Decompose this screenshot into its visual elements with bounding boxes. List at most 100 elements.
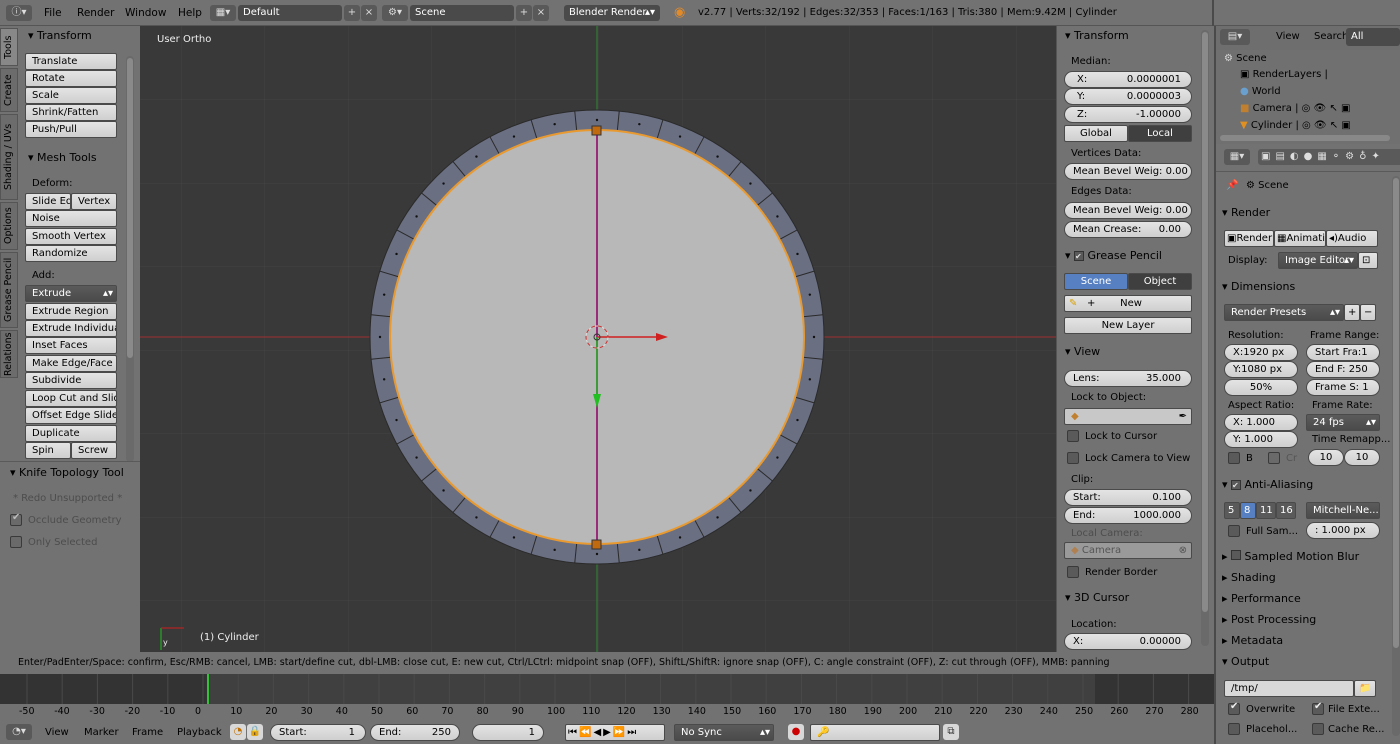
tool-shelf-scrollbar[interactable] [126, 56, 134, 462]
resolution-y-field[interactable]: Y:1080 px [1224, 361, 1298, 378]
n-transform-title[interactable]: ▾ Transform [1065, 29, 1129, 42]
props-scrollbar[interactable] [1392, 176, 1400, 736]
render-presets-select[interactable]: Render Presets ▴▾ [1224, 304, 1344, 321]
lock-object-field[interactable]: ◆ ✒ [1064, 408, 1192, 425]
local-camera-field[interactable]: ◆ Camera ⊗ [1064, 542, 1192, 559]
remap-old-field[interactable]: 10 [1308, 449, 1344, 466]
sync-select[interactable]: No Sync ▴▾ [674, 724, 774, 741]
filter-size-field[interactable]: : 1.000 px [1306, 522, 1380, 539]
output-path-field[interactable]: /tmp/ [1224, 680, 1354, 697]
performance-title[interactable]: ▸ Performance [1222, 592, 1301, 605]
shading-title[interactable]: ▸ Shading [1222, 571, 1276, 584]
properties-scrollbar[interactable] [1201, 30, 1209, 646]
viewport-canvas[interactable] [140, 26, 1056, 652]
median-z-field[interactable]: Z: -1.00000 [1064, 106, 1192, 123]
context-tabs-icon[interactable]: ▣▤◐●▦⚬⚙♁✦ [1258, 149, 1400, 165]
tab-relations[interactable]: Relations [0, 330, 18, 378]
record-icon[interactable]: ● [788, 724, 804, 740]
outliner-world[interactable]: ● World [1240, 86, 1281, 97]
metadata-title[interactable]: ▸ Metadata [1222, 634, 1283, 647]
gp-new-button[interactable]: ✎ + New [1064, 295, 1192, 312]
3d-cursor-panel-title[interactable]: ▾ 3D Cursor [1065, 591, 1129, 604]
crop-checkbox[interactable] [1268, 452, 1280, 464]
timeline-editor-icon[interactable]: ◔▾ [6, 724, 32, 740]
clip-end-field[interactable]: End: 1000.000 [1064, 507, 1192, 524]
anti-aliasing-title[interactable]: ▾ ✔ Anti-Aliasing [1222, 478, 1313, 491]
overwrite-checkbox[interactable]: ✔ [1228, 701, 1240, 715]
aspect-y-field[interactable]: Y: 1.000 [1224, 431, 1298, 448]
start-frame-timeline[interactable]: Start: 1 [270, 724, 366, 741]
lock-icon[interactable]: 🔒 [247, 724, 263, 740]
push-pull-button[interactable]: Push/Pull [25, 121, 117, 138]
mesh-tools-title[interactable]: ▾ Mesh Tools [28, 151, 97, 164]
rotate-button[interactable]: Rotate [25, 70, 117, 87]
smooth-vertex-button[interactable]: Smooth Vertex [25, 228, 117, 245]
animation-button[interactable]: ▦Animati [1274, 230, 1326, 247]
dimensions-title[interactable]: ▾ Dimensions [1222, 280, 1295, 293]
add-preset-icon[interactable]: + [1344, 304, 1360, 321]
fps-select[interactable]: 24 fps ▴▾ [1306, 414, 1380, 431]
median-x-field[interactable]: X: 0.0000001 [1064, 71, 1192, 88]
cursor-x-field[interactable]: X: 0.00000 [1064, 633, 1192, 650]
pin-icon[interactable]: 📌 [1226, 180, 1238, 191]
placeholders-checkbox[interactable] [1228, 723, 1240, 735]
remove-layout-icon[interactable]: × [361, 5, 377, 21]
scale-button[interactable]: Scale [25, 87, 117, 104]
offset-edge-slide-button[interactable]: Offset Edge Slide [25, 407, 117, 424]
extrude-individual-button[interactable]: Extrude Individual [25, 320, 117, 337]
aa-5-button[interactable]: 5 [1224, 502, 1240, 519]
outliner-view-menu[interactable]: View [1276, 31, 1300, 42]
resolution-percent-field[interactable]: 50% [1224, 379, 1298, 396]
menu-file[interactable]: File [44, 7, 62, 19]
lock-cursor-checkbox[interactable] [1067, 430, 1079, 442]
local-toggle[interactable]: Local [1128, 125, 1192, 142]
clip-start-field[interactable]: Start: 0.100 [1064, 489, 1192, 506]
slide-edge-button[interactable]: Slide Ed [25, 193, 71, 210]
aa-11-button[interactable]: 11 [1256, 502, 1276, 519]
vertex-slide-button[interactable]: Vertex [71, 193, 117, 210]
render-panel-title[interactable]: ▾ Render [1222, 206, 1270, 219]
current-frame-field[interactable]: 1 [472, 724, 544, 741]
remap-new-field[interactable]: 10 [1344, 449, 1380, 466]
gp-new-layer-button[interactable]: New Layer [1064, 317, 1192, 334]
duplicate-button[interactable]: Duplicate [25, 425, 117, 442]
subdivide-button[interactable]: Subdivide [25, 372, 117, 389]
view-panel-title[interactable]: ▾ View [1065, 345, 1100, 358]
outliner-renderlayers[interactable]: ▣ RenderLayers | [1240, 69, 1328, 80]
properties-editor-icon[interactable]: ▦▾ [1224, 149, 1250, 165]
menu-window[interactable]: Window [125, 7, 166, 19]
keying-set-field[interactable]: 🔑 [810, 724, 940, 741]
outliner-hscroll[interactable] [1220, 135, 1390, 141]
post-processing-title[interactable]: ▸ Post Processing [1222, 613, 1316, 626]
scene-field[interactable]: Scene [410, 5, 514, 21]
layout-icon[interactable]: ▦▾ [210, 5, 236, 21]
tab-create[interactable]: Create [0, 68, 18, 112]
frame-step-field[interactable]: Frame S: 1 [1306, 379, 1380, 396]
inset-faces-button[interactable]: Inset Faces [25, 337, 117, 354]
menu-help[interactable]: Help [178, 7, 202, 19]
tab-options[interactable]: Options [0, 202, 18, 250]
3d-viewport[interactable]: User Ortho (1) Cylinder y [140, 26, 1056, 652]
extrude-region-button[interactable]: Extrude Region [25, 303, 117, 320]
only-selected-checkbox[interactable] [10, 536, 22, 548]
info-editor-icon[interactable]: ⓘ▾ [6, 5, 32, 21]
mean-bevel-vertex-field[interactable]: Mean Bevel Weig: 0.00 [1064, 163, 1192, 180]
tab-tools[interactable]: Tools [0, 28, 18, 66]
outliner-search-menu[interactable]: Search [1314, 31, 1348, 42]
scene-icon[interactable]: ⚙▾ [382, 5, 408, 21]
shrink-fatten-button[interactable]: Shrink/Fatten [25, 104, 117, 121]
outliner-camera[interactable]: ■ Camera | ◎ 👁 ↖ ▣ [1240, 103, 1350, 114]
end-frame-field[interactable]: End F: 250 [1306, 361, 1380, 378]
add-layout-icon[interactable]: + [344, 5, 360, 21]
global-toggle[interactable]: Global [1064, 125, 1128, 142]
extrude-dropdown[interactable]: Extrude ▴▾ [25, 285, 117, 302]
eyedropper-icon[interactable]: ✒ [1179, 409, 1187, 424]
browse-folder-icon[interactable]: 📁 [1354, 680, 1376, 697]
randomize-button[interactable]: Randomize [25, 245, 117, 262]
lens-field[interactable]: Lens: 35.000 [1064, 370, 1192, 387]
add-scene-icon[interactable]: + [516, 5, 532, 21]
timeline-marker-menu[interactable]: Marker [84, 727, 119, 738]
timeline-view-menu[interactable]: View [45, 727, 69, 738]
make-edge-face-button[interactable]: Make Edge/Face [25, 355, 117, 372]
resolution-x-field[interactable]: X:1920 px [1224, 344, 1298, 361]
